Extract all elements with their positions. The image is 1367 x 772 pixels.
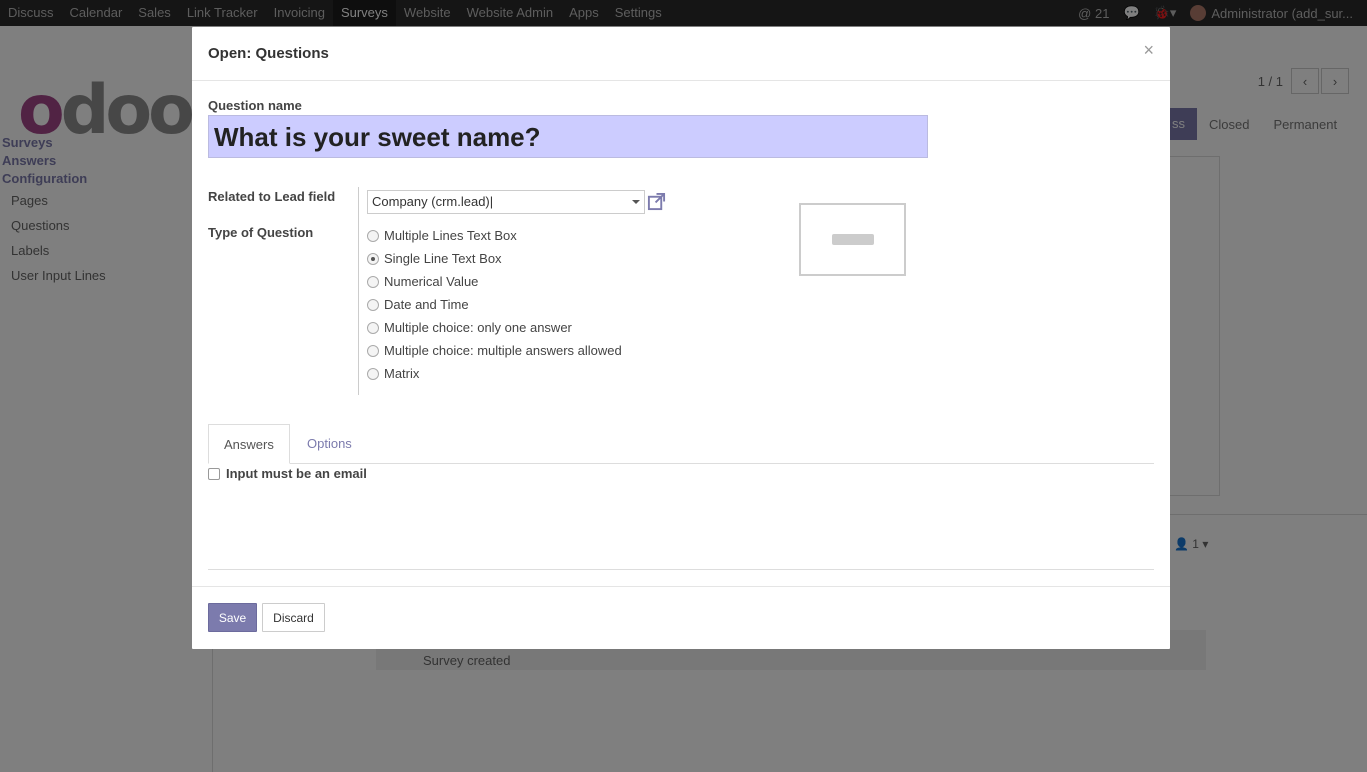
- close-icon[interactable]: ×: [1143, 40, 1154, 61]
- chevron-down-icon[interactable]: [632, 200, 640, 204]
- radio-button-checked[interactable]: [367, 252, 379, 265]
- radio-button[interactable]: [367, 367, 379, 380]
- radio-label: Numerical Value: [384, 274, 479, 289]
- tab-options[interactable]: Options: [292, 424, 367, 464]
- question-type-options: Multiple Lines Text Box Single Line Text…: [367, 224, 622, 385]
- email-validation-option[interactable]: Input must be an email: [208, 466, 367, 481]
- radio-option[interactable]: Multiple choice: only one answer: [367, 316, 622, 339]
- dialog-title: Open: Questions: [208, 45, 329, 62]
- dialog-header: Open: Questions ×: [192, 27, 1170, 81]
- radio-option[interactable]: Date and Time: [367, 293, 622, 316]
- email-validation-label: Input must be an email: [226, 466, 367, 481]
- field-separator: [358, 187, 359, 395]
- radio-label: Date and Time: [384, 297, 469, 312]
- radio-option[interactable]: Matrix: [367, 362, 622, 385]
- radio-option[interactable]: Single Line Text Box: [367, 247, 622, 270]
- radio-button[interactable]: [367, 344, 379, 357]
- tab-content-divider: [208, 569, 1154, 570]
- radio-button[interactable]: [367, 229, 379, 242]
- radio-label: Single Line Text Box: [384, 251, 502, 266]
- radio-label: Multiple Lines Text Box: [384, 228, 517, 243]
- radio-label: Multiple choice: only one answer: [384, 320, 572, 335]
- preview-input-bar: [832, 234, 874, 245]
- radio-option[interactable]: Multiple choice: multiple answers allowe…: [367, 339, 622, 362]
- question-tabs: Answers Options: [208, 424, 1154, 464]
- question-name-label: Question name: [208, 98, 302, 113]
- radio-option[interactable]: Numerical Value: [367, 270, 622, 293]
- radio-button[interactable]: [367, 298, 379, 311]
- save-button[interactable]: Save: [208, 603, 257, 632]
- related-lead-field-value: Company (crm.lead): [372, 194, 490, 209]
- radio-option[interactable]: Multiple Lines Text Box: [367, 224, 622, 247]
- dialog-footer-divider: [192, 586, 1170, 587]
- radio-button[interactable]: [367, 275, 379, 288]
- radio-button[interactable]: [367, 321, 379, 334]
- question-dialog: Open: Questions × Question name What is …: [192, 27, 1170, 649]
- question-name-input[interactable]: What is your sweet name?: [208, 115, 928, 158]
- tab-answers[interactable]: Answers: [208, 424, 290, 464]
- external-link-icon[interactable]: [647, 192, 666, 211]
- question-type-label: Type of Question: [208, 225, 314, 240]
- related-lead-field-label: Related to Lead field: [208, 189, 336, 204]
- related-lead-field-select[interactable]: Company (crm.lead)|: [367, 190, 645, 214]
- discard-button[interactable]: Discard: [262, 603, 325, 632]
- radio-label: Matrix: [384, 366, 420, 381]
- email-validation-checkbox[interactable]: [208, 467, 220, 480]
- question-type-preview-image: [799, 203, 906, 276]
- radio-label: Multiple choice: multiple answers allowe…: [384, 343, 622, 358]
